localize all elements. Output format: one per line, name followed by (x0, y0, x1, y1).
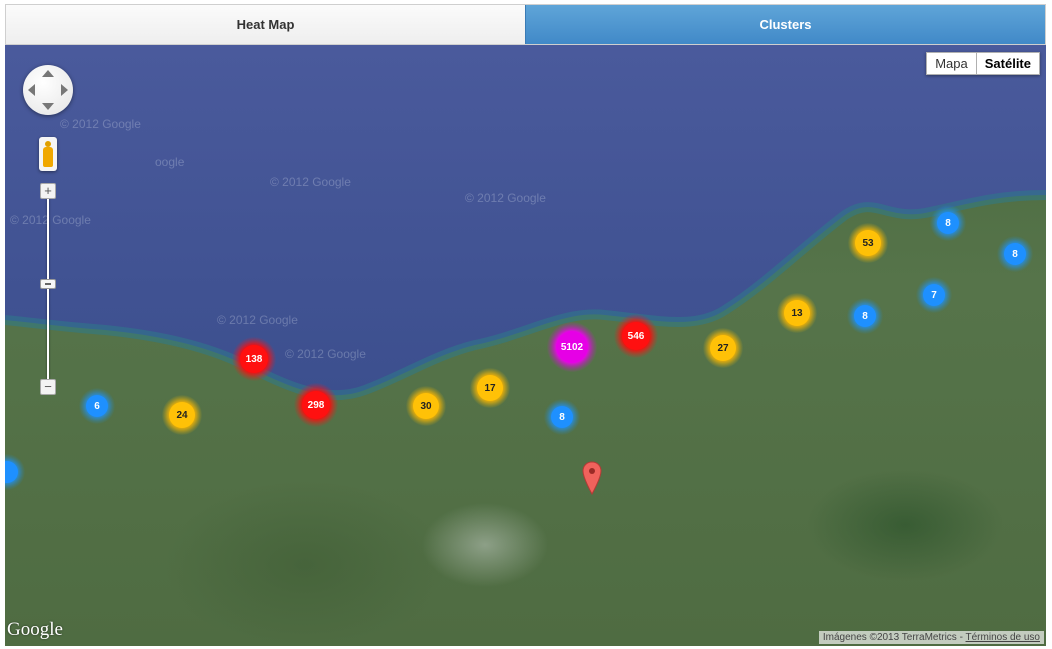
zoom-out-button[interactable]: − (40, 379, 56, 395)
watermark: oogle (155, 155, 185, 169)
watermark: © 2012 Google (270, 175, 351, 189)
cluster-marker[interactable]: 27 (703, 328, 743, 368)
cluster-count: 7 (923, 284, 945, 306)
location-pin-icon[interactable] (582, 461, 602, 495)
pan-down-icon[interactable] (42, 103, 54, 110)
tab-clusters[interactable]: Clusters (525, 5, 1045, 44)
pan-right-icon[interactable] (61, 84, 68, 96)
map-canvas[interactable]: © 2012 Google oogle © 2012 Google © 2012… (5, 45, 1046, 646)
cluster-marker[interactable]: 30 (406, 386, 446, 426)
cluster-marker[interactable]: 6 (79, 388, 115, 424)
zoom-in-button[interactable]: + (40, 183, 56, 199)
cluster-marker[interactable]: 53 (848, 223, 888, 263)
cluster-marker[interactable]: 546 (614, 314, 658, 358)
cluster-count: 5102 (556, 331, 588, 363)
cluster-marker[interactable]: 5102 (547, 322, 597, 372)
cluster-marker[interactable]: 8 (847, 298, 883, 334)
cluster-count: 24 (169, 402, 195, 428)
watermark: © 2012 Google (10, 213, 91, 227)
cluster-marker[interactable]: 138 (232, 337, 276, 381)
attribution-text: Imágenes ©2013 TerraMetrics - (822, 632, 963, 643)
cluster-count: 6 (86, 395, 108, 417)
watermark: © 2012 Google (285, 347, 366, 361)
view-tabs: Heat Map Clusters (5, 4, 1046, 45)
pan-up-icon[interactable] (42, 70, 54, 77)
watermark: © 2012 Google (60, 117, 141, 131)
cluster-count: 8 (551, 406, 573, 428)
map-type-control: Mapa Satélite (926, 52, 1040, 75)
pegman-body (43, 147, 53, 167)
cluster-count: 30 (413, 393, 439, 419)
cluster-marker[interactable]: 8 (997, 236, 1033, 272)
cluster-marker[interactable]: 13 (777, 293, 817, 333)
tab-heat-map[interactable]: Heat Map (6, 5, 525, 44)
cluster-marker[interactable]: 24 (162, 395, 202, 435)
cluster-count: 13 (784, 300, 810, 326)
google-logo: Google (7, 619, 63, 640)
street-view-pegman-icon[interactable] (39, 137, 57, 171)
cluster-count: 138 (240, 345, 268, 373)
cluster-count: 17 (477, 375, 503, 401)
cluster-marker[interactable]: 8 (544, 399, 580, 435)
cluster-count: 8 (1004, 243, 1026, 265)
cluster-count: 546 (622, 322, 650, 350)
cluster-marker[interactable]: 17 (470, 368, 510, 408)
map-attribution: Imágenes ©2013 TerraMetrics - Términos d… (818, 631, 1044, 644)
cluster-count: 8 (854, 305, 876, 327)
cluster-count: 298 (302, 391, 330, 419)
map-type-mapa-button[interactable]: Mapa (926, 52, 977, 75)
cluster-marker[interactable]: 298 (294, 383, 338, 427)
cluster-count: 27 (710, 335, 736, 361)
cluster-count: 53 (855, 230, 881, 256)
map-type-satellite-button[interactable]: Satélite (976, 52, 1040, 75)
watermark: © 2012 Google (465, 191, 546, 205)
zoom-slider-track[interactable] (47, 195, 49, 385)
pan-control (23, 65, 73, 115)
sea-area (5, 45, 1046, 401)
cluster-count: 8 (937, 212, 959, 234)
cluster-count (5, 461, 18, 483)
cluster-marker[interactable]: 7 (916, 277, 952, 313)
cluster-marker[interactable]: 8 (930, 205, 966, 241)
watermark: © 2012 Google (217, 313, 298, 327)
pan-left-icon[interactable] (28, 84, 35, 96)
terms-of-use-link[interactable]: Términos de uso (966, 632, 1040, 643)
zoom-slider-handle[interactable] (40, 279, 56, 289)
